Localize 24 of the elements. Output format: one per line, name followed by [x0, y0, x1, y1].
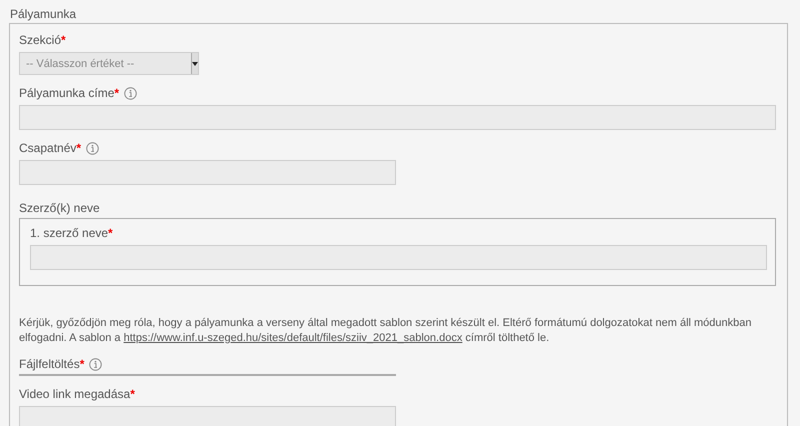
required-mark: *: [80, 357, 84, 371]
section-legend: Pályamunka: [10, 7, 788, 21]
upload-field[interactable]: Fájlfeltöltés*: [19, 356, 396, 376]
required-mark: *: [108, 226, 113, 240]
required-mark: *: [61, 33, 66, 47]
field-label: Fájlfeltöltés: [19, 357, 80, 371]
info-icon[interactable]: [86, 142, 100, 154]
field-label: Video link megadása: [19, 387, 130, 401]
field-label: Csapatnév: [19, 141, 76, 155]
required-mark: *: [114, 86, 120, 100]
input-field[interactable]: [19, 160, 396, 185]
input-field[interactable]: [30, 245, 767, 270]
template-link[interactable]: https://www.inf.u-szeged.hu/sites/default/files/sziiv_2021_sablon.docx: [124, 332, 462, 344]
group-legend: Szerző(k) neve: [19, 201, 776, 215]
required-mark: *: [76, 141, 82, 155]
info-icon[interactable]: [89, 358, 102, 370]
input-field[interactable]: [19, 406, 396, 426]
required-mark: *: [130, 387, 135, 401]
field-label: Szekció: [19, 33, 62, 47]
field-label: Pályamunka címe: [19, 86, 114, 100]
input-field[interactable]: [19, 105, 776, 130]
notice-text: Kérjük, győződjön meg róla, hogy a pályamunka a verseny által megadott sablon szerint készült el. Eltérő formátumú dolgozatokat nem áll módunkban elfogadni. A sablon a https://www.inf.u-szeged.hu/sites/default/files/sziiv_2021_sablon.docx címről tölthető le.: [19, 316, 753, 346]
field-label: 1. szerző neve: [30, 226, 108, 240]
info-icon[interactable]: [124, 86, 138, 100]
